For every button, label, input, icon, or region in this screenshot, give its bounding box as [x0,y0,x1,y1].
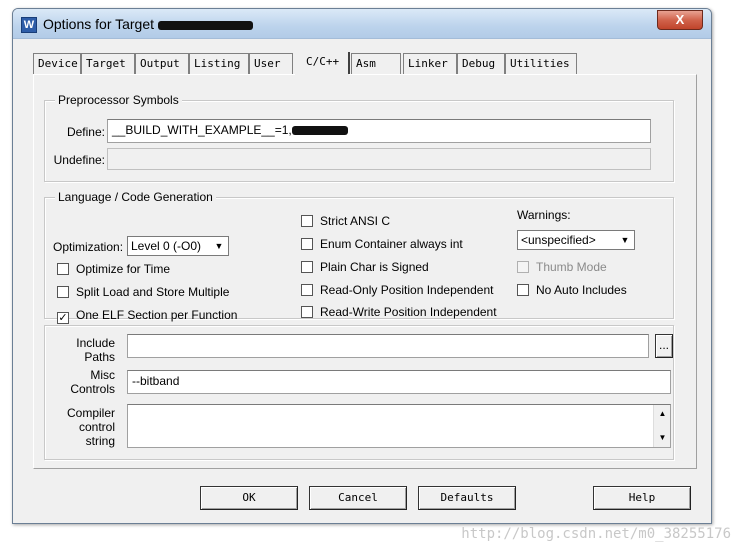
checkbox-box [301,306,313,318]
warnings-select[interactable]: <unspecified> ▼ [517,230,635,250]
browse-include-button[interactable]: ... [655,334,673,358]
tab-c-cpp[interactable]: C/C++ [295,51,350,75]
split-load-store-label: Split Load and Store Multiple [76,285,230,299]
misc-controls-label: Misc Controls [70,368,115,396]
define-input[interactable]: __BUILD_WITH_EXAMPLE__=1, [107,119,651,143]
one-elf-section-label: One ELF Section per Function [76,308,238,322]
warnings-label: Warnings: [517,208,571,222]
ro-position-label: Read-Only Position Independent [320,283,494,297]
ro-position-checkbox[interactable]: Read-Only Position Independent [301,283,493,297]
checkbox-box [57,263,69,275]
options-dialog: W Options for Target X Device Target Out… [12,8,712,524]
split-load-store-checkbox[interactable]: Split Load and Store Multiple [57,285,229,299]
checkbox-box [301,238,313,250]
checkbox-box [301,261,313,273]
tab-debug[interactable]: Debug [457,53,505,74]
scroll-down-icon[interactable]: ▼ [654,433,671,442]
plain-char-checkbox[interactable]: Plain Char is Signed [301,260,429,274]
warnings-value: <unspecified> [521,233,596,247]
enum-container-label: Enum Container always int [320,237,463,251]
chevron-down-icon: ▼ [214,241,224,251]
c-cpp-panel: Preprocessor Symbols Define: __BUILD_WIT… [33,74,697,469]
watermark: http://blog.csdn.net/m0_38255176 [461,526,731,542]
title-bar: W Options for Target X [13,9,711,39]
tab-linker[interactable]: Linker [403,53,457,74]
checkbox-box [301,215,313,227]
paths-group: Include Paths ... Misc Controls --bitban… [44,325,674,460]
thumb-mode-label: Thumb Mode [536,260,607,274]
checkbox-box [57,286,69,298]
cancel-button[interactable]: Cancel [309,486,407,510]
rw-position-checkbox[interactable]: Read-Write Position Independent [301,305,497,319]
thumb-mode-checkbox[interactable]: Thumb Mode [517,260,607,274]
tab-user[interactable]: User [249,53,293,74]
no-auto-includes-checkbox[interactable]: No Auto Includes [517,283,627,297]
tab-listing[interactable]: Listing [189,53,249,74]
no-auto-includes-label: No Auto Includes [536,283,627,297]
compiler-control-label: Compiler control string [66,406,115,448]
chevron-down-icon: ▼ [620,235,630,245]
include-paths-input[interactable] [127,334,649,358]
tab-asm[interactable]: Asm [351,53,401,74]
compiler-scrollbar[interactable]: ▲ ▼ [653,405,670,447]
optimize-for-time-label: Optimize for Time [76,262,171,276]
defaults-button[interactable]: Defaults [418,486,516,510]
app-icon: W [21,17,37,33]
optimization-select[interactable]: Level 0 (-O0) ▼ [127,236,229,256]
tab-utilities[interactable]: Utilities [505,53,577,74]
strict-ansi-checkbox[interactable]: Strict ANSI C [301,214,390,228]
define-label: Define: [66,125,105,139]
tab-device[interactable]: Device [33,53,81,74]
window-title: Options for Target [43,16,253,32]
one-elf-section-checkbox[interactable]: ✓ One ELF Section per Function [57,308,237,324]
define-value: __BUILD_WITH_EXAMPLE__=1, [112,123,292,137]
include-paths-label: Include Paths [76,336,115,364]
tab-target[interactable]: Target [81,53,135,74]
checkmark-icon: ✓ [57,312,69,324]
scroll-up-icon[interactable]: ▲ [654,409,671,418]
checkbox-box [301,284,313,296]
optimize-for-time-checkbox[interactable]: Optimize for Time [57,262,170,276]
preprocessor-title: Preprocessor Symbols [55,93,182,107]
misc-controls-input[interactable]: --bitband [127,370,671,394]
help-button[interactable]: Help [593,486,691,510]
window-title-text: Options for Target [43,16,155,32]
compiler-control-string[interactable] [127,404,671,448]
redacted-define [291,126,348,136]
checkbox-box [517,261,529,273]
ok-button[interactable]: OK [200,486,298,510]
language-title: Language / Code Generation [55,190,216,204]
strict-ansi-label: Strict ANSI C [320,214,391,228]
rw-position-label: Read-Write Position Independent [320,305,497,319]
optimization-value: Level 0 (-O0) [131,239,202,253]
tab-output[interactable]: Output [135,53,189,74]
optimization-label: Optimization: [53,240,124,254]
enum-container-checkbox[interactable]: Enum Container always int [301,237,463,251]
redacted-target-name [157,20,253,30]
checkbox-box [517,284,529,296]
close-button[interactable]: X [657,10,703,30]
undefine-label: Undefine: [53,153,105,167]
plain-char-label: Plain Char is Signed [320,260,429,274]
language-group: Language / Code Generation Optimization:… [44,190,674,324]
preprocessor-group: Preprocessor Symbols Define: __BUILD_WIT… [44,93,674,182]
undefine-input[interactable] [107,148,651,170]
